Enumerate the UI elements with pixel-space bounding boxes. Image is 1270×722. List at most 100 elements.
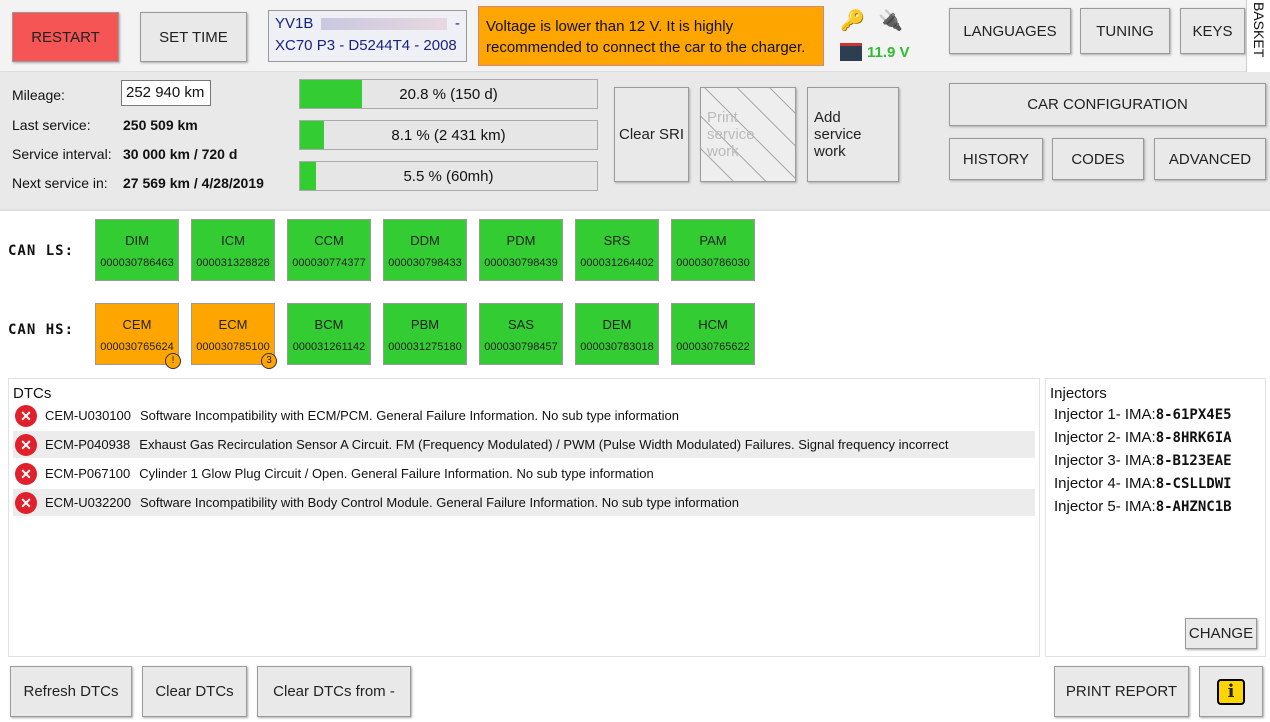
basket-label: BASKET [1251,2,1267,58]
error-icon: ✕ [15,462,37,485]
module-name: DIM [125,233,149,248]
module-serial: 000031275180 [388,341,462,353]
injector-code: 8-8HRK6IA [1155,430,1232,446]
dtc-code: ECM-P067100 [45,466,131,481]
module-name: CEM [122,317,152,332]
clear-dtcs-from-button[interactable]: Clear DTCs from - [257,666,411,717]
injector-code: 8-AHZNC1B [1155,499,1232,515]
progress-time: 20.8 % (150 d) [299,79,598,109]
module-ddm[interactable]: DDM 000030798433 [383,219,467,281]
module-serial: 000030798433 [388,257,462,269]
car-configuration-button[interactable]: CAR CONFIGURATION [949,83,1266,126]
restart-button[interactable]: RESTART [12,12,119,62]
injectors-panel: Injectors Injector 1- IMA:8-61PX4E5 Injec… [1045,378,1266,657]
error-icon: ✕ [15,491,37,514]
battery-icon [840,43,862,61]
module-name: BCM [314,317,344,332]
progress-distance: 8.1 % (2 431 km) [299,120,598,150]
progress-text: 8.1 % (2 431 km) [391,127,506,144]
clear-sri-button[interactable]: Clear SRI [614,87,689,182]
change-button[interactable]: CHANGE [1185,618,1257,649]
codes-button[interactable]: CODES [1052,138,1144,180]
languages-button[interactable]: LANGUAGES [949,8,1071,54]
injector-label: Injector 5- IMA: [1054,498,1156,515]
module-pbm[interactable]: PBM 000031275180 [383,303,467,365]
next-service-label: Next service in: [12,175,108,191]
advanced-button[interactable]: ADVANCED [1154,138,1266,180]
service-interval-label: Service interval: [12,146,112,162]
history-button[interactable]: HISTORY [949,138,1043,180]
dtc-code: ECM-U032200 [45,495,131,510]
module-serial: 000030786463 [100,257,174,269]
dtc-row[interactable]: ✕ ECM-P067100 Cylinder 1 Glow Plug Circuit… [13,460,1035,487]
module-ecm[interactable]: ECM 000030785100 3 [191,303,277,369]
dtc-row[interactable]: ✕ CEM-U030100 Software Incompatibility wit… [13,402,1035,429]
injector-code: 8-61PX4E5 [1155,407,1232,423]
module-serial: 000030798457 [484,341,558,353]
dtc-code: CEM-U030100 [45,408,131,423]
set-time-button[interactable]: SET TIME [140,12,247,62]
module-cem[interactable]: CEM 000030765624! [95,303,181,369]
module-name: PAM [699,233,727,248]
can-hs-label: CAN HS: [8,322,75,338]
clear-dtcs-button[interactable]: Clear DTCs [142,666,247,717]
module-serial: 000030774377 [292,257,366,269]
module-serial: 000030765624 [100,341,174,353]
module-name: ECM [218,317,248,332]
module-name: DEM [602,317,632,332]
module-serial: 000030798439 [484,257,558,269]
module-hcm[interactable]: HCM 000030765622 [671,303,755,365]
dtc-row[interactable]: ✕ ECM-P040938 Exhaust Gas Recirculation Se… [13,431,1035,458]
vin-suffix: - [455,15,460,32]
dtc-description: Cylinder 1 Glow Plug Circuit / Open. Gen… [139,466,654,481]
dtc-title: DTCs [13,385,52,402]
progress-hours: 5.5 % (60mh) [299,161,598,191]
module-icm[interactable]: ICM 000031328828 [191,219,275,281]
module-bcm[interactable]: BCM 000031261142 [287,303,371,365]
keys-button[interactable]: KEYS [1180,8,1245,54]
injector-row: Injector 4- IMA:8-CSLLDWI [1054,475,1232,492]
module-srs[interactable]: SRS 000031264402 [575,219,659,281]
voltage-readout: 11.9 V [867,44,910,61]
add-service-work-button[interactable]: Add service work [807,87,899,182]
tuning-button[interactable]: TUNING [1080,8,1170,54]
dtc-count-badge: 3 [261,353,277,369]
module-name: PDM [506,233,536,248]
module-dem[interactable]: DEM 000030783018 [575,303,659,365]
injector-row: Injector 5- IMA:8-AHZNC1B [1054,498,1232,515]
module-serial: 000030783018 [580,341,654,353]
injector-row: Injector 1- IMA:8-61PX4E5 [1054,406,1232,423]
last-service-value: 250 509 km [123,117,198,133]
mileage-label: Mileage: [12,87,65,103]
print-service-work-button[interactable]: Print service work [700,87,796,182]
dtc-row[interactable]: ✕ ECM-U032200 Software Incompatibility wit… [13,489,1035,516]
dtc-code: ECM-P040938 [45,437,131,452]
last-service-label: Last service: [12,117,91,133]
key-icon: 🔑 [840,10,865,32]
module-pdm[interactable]: PDM 000030798439 [479,219,563,281]
vehicle-info: YV1B - XC70 P3 - D5244T4 - 2008 [268,10,467,62]
info-icon: i [1217,678,1245,705]
module-dim[interactable]: DIM 000030786463 [95,219,179,281]
mileage-input[interactable]: 252 940 km [121,80,211,106]
can-ls-label: CAN LS: [8,243,75,259]
vin-redacted [321,17,447,30]
progress-text: 5.5 % (60mh) [403,168,494,185]
injector-row: Injector 3- IMA:8-B123EAE [1054,452,1232,469]
module-name: HCM [698,317,728,332]
injector-code: 8-CSLLDWI [1155,476,1232,492]
module-sas[interactable]: SAS 000030798457 [479,303,563,365]
car-model: XC70 P3 - D5244T4 - 2008 [275,37,457,54]
module-pam[interactable]: PAM 000030786030 [671,219,755,281]
error-icon: ✕ [15,433,37,456]
info-button[interactable]: i [1199,666,1263,717]
module-ccm[interactable]: CCM 000030774377 [287,219,371,281]
next-service-value: 27 569 km / 4/28/2019 [123,175,264,191]
service-interval-value: 30 000 km / 720 d [123,146,238,162]
module-serial: 000031328828 [196,257,270,269]
vin-prefix: YV1B [275,15,314,32]
module-name: PBM [410,317,440,332]
module-serial: 000030785100 [196,341,270,353]
print-report-button[interactable]: PRINT REPORT [1054,666,1189,717]
refresh-dtcs-button[interactable]: Refresh DTCs [10,666,132,717]
